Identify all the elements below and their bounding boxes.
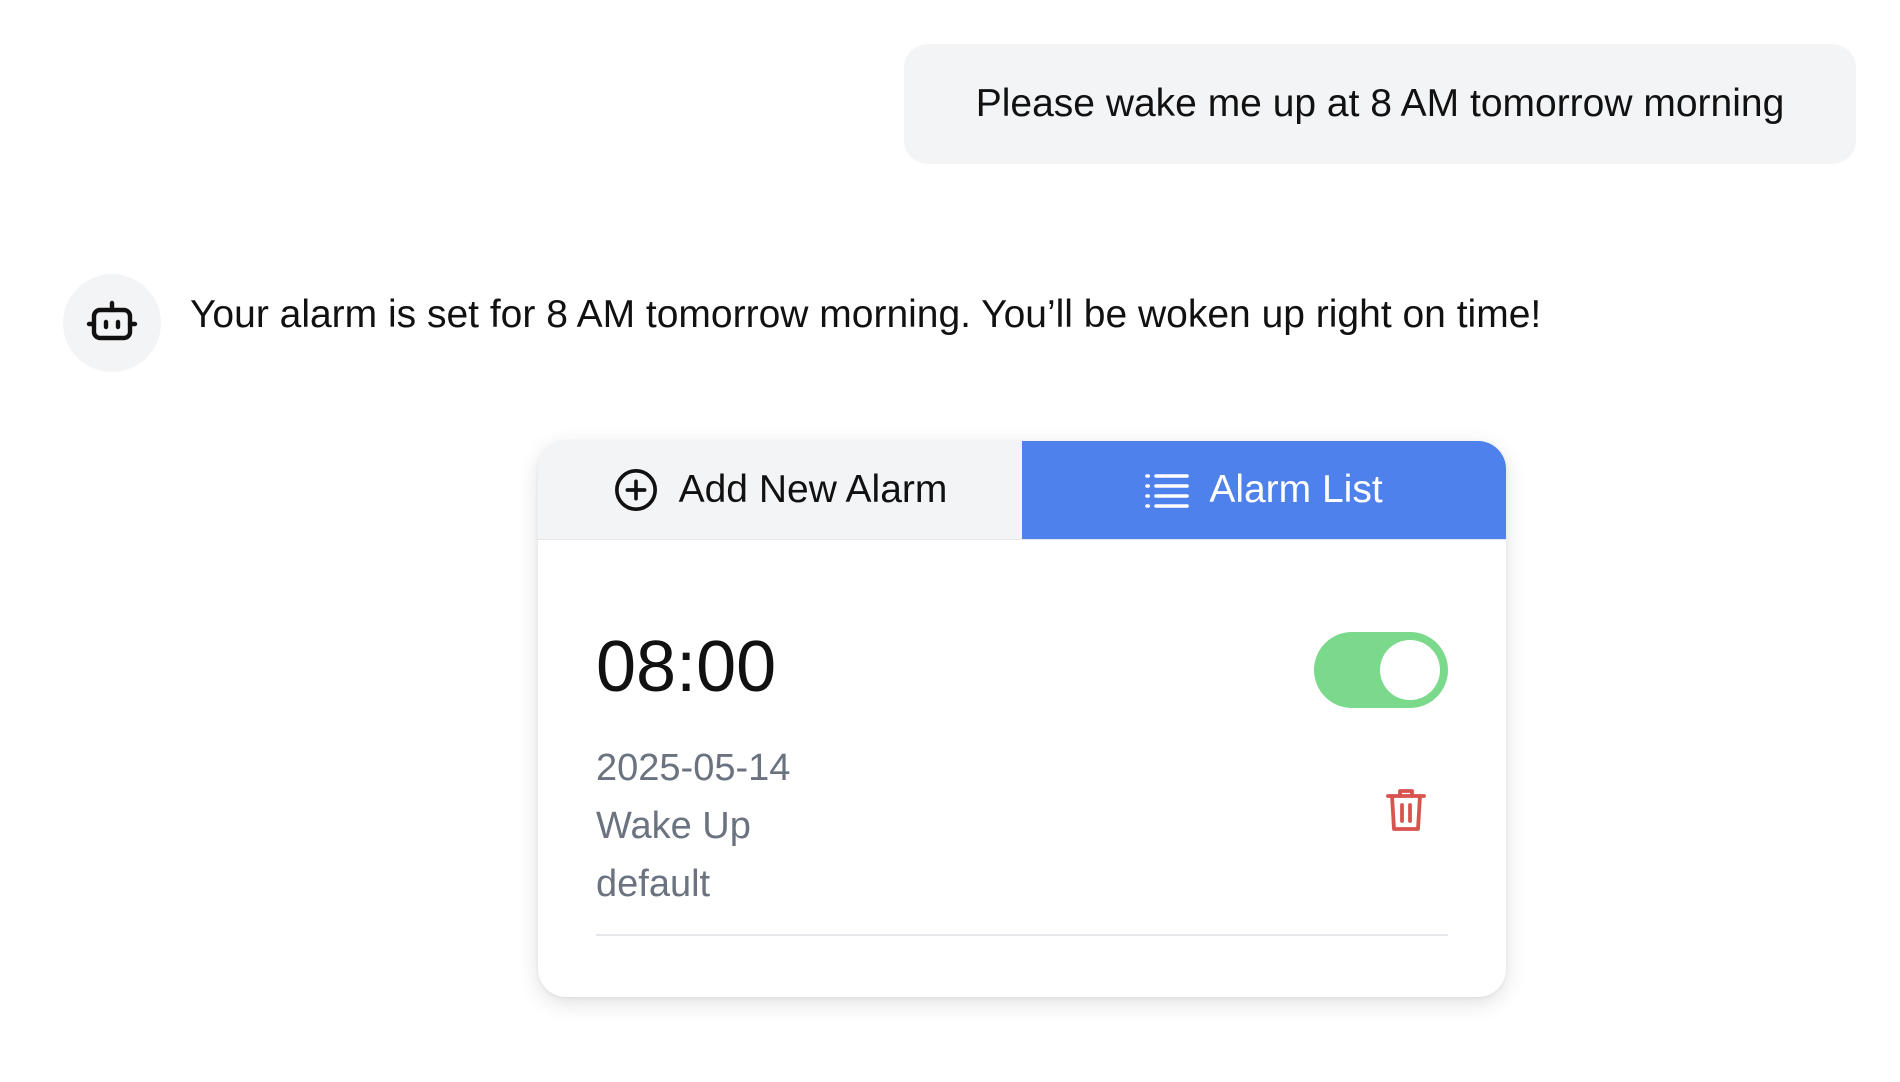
alarm-tabs: Add New Alarm Alarm List [538,441,1506,540]
alarm-sound: default [596,863,711,905]
tab-alarm-list[interactable]: Alarm List [1022,441,1506,539]
trash-icon [1386,789,1426,831]
tab-list-label: Alarm List [1209,468,1383,511]
user-message-text: Please wake me up at 8 AM tomorrow morni… [975,82,1785,125]
alarm-label: Wake Up [596,805,751,847]
alarm-date: 2025-05-14 [596,747,791,789]
toggle-knob [1380,640,1440,700]
assistant-avatar [63,274,161,372]
chat-page: Please wake me up at 8 AM tomorrow morni… [0,0,1900,1082]
alarm-enabled-toggle[interactable] [1314,632,1448,708]
list-icon [1145,472,1190,508]
tab-add-new-alarm[interactable]: Add New Alarm [538,441,1022,539]
robot-icon [86,300,138,341]
alarm-widget: Add New Alarm Alarm List 08:00 2025-05-1… [538,441,1506,997]
alarm-time: 08:00 [596,627,777,707]
delete-alarm-button[interactable] [1384,785,1428,835]
plus-circle-icon [613,467,659,513]
alarm-details: 2025-05-14 Wake Up default [596,739,790,913]
user-message-bubble: Please wake me up at 8 AM tomorrow morni… [904,44,1856,164]
tab-add-label: Add New Alarm [678,468,948,511]
assistant-message-text: Your alarm is set for 8 AM tomorrow morn… [190,293,1542,336]
alarm-list-item: 08:00 2025-05-14 Wake Up default [596,539,1448,936]
